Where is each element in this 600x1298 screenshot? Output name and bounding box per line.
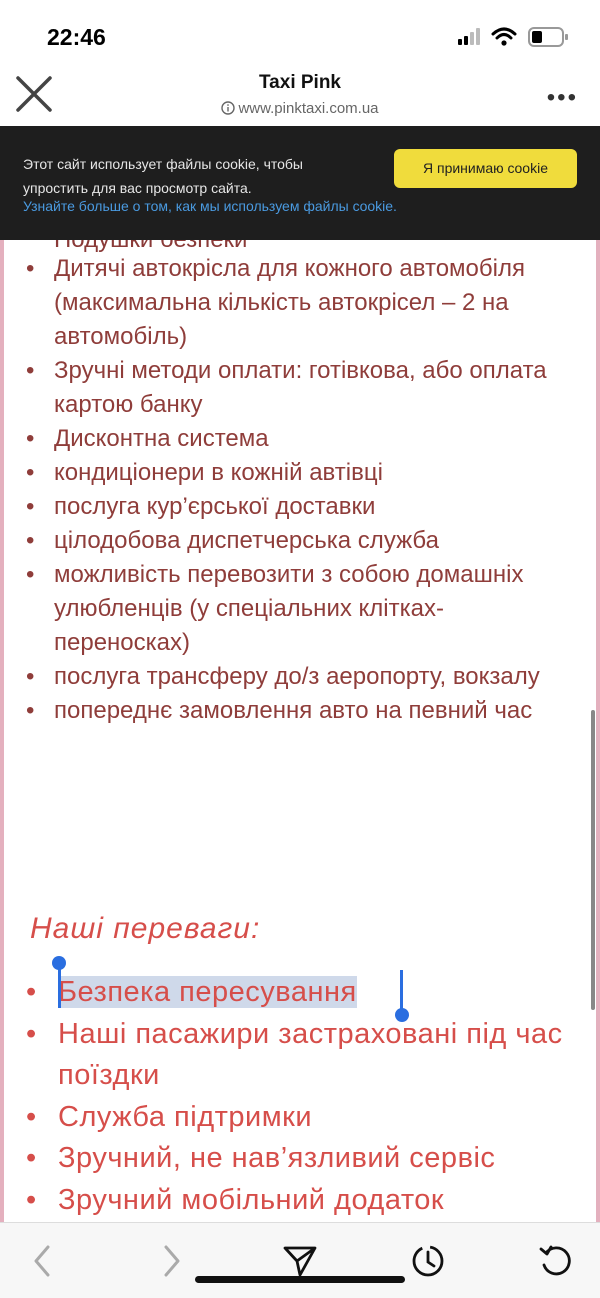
reload-icon[interactable]: [538, 1243, 574, 1284]
history-icon[interactable]: [410, 1243, 446, 1284]
right-border: [596, 240, 600, 1222]
advantages-heading: Наші переваги:: [30, 912, 261, 945]
back-icon[interactable]: [28, 1243, 58, 1284]
list-item: Зручний, не нав’язливий сервіс: [26, 1138, 586, 1180]
browser-header: Taxi Pink www.pinktaxi.com.ua •••: [0, 60, 600, 126]
selection-handle-end[interactable]: [395, 1008, 409, 1022]
more-options-icon[interactable]: •••: [547, 84, 578, 112]
status-icons: [458, 26, 572, 53]
info-icon: [221, 101, 236, 115]
advantages-list: Безпека пересування Наші пасажири застра…: [26, 972, 586, 1221]
browser-toolbar: [0, 1222, 600, 1298]
cookie-text: Этот сайт использует файлы cookie, чтобы…: [23, 156, 303, 196]
url-display[interactable]: www.pinktaxi.com.ua: [0, 100, 600, 117]
list-item: Зручні методи оплати: готівкова, або опл…: [26, 354, 576, 422]
page-title: Taxi Pink: [258, 72, 341, 93]
cookie-info-link[interactable]: Узнайте больше о том, как мы используем …: [23, 198, 397, 214]
list-item: попереднє замовлення авто на певний час: [26, 694, 576, 728]
wifi-icon: [491, 27, 517, 46]
cookie-banner: Этот сайт использует файлы cookie, чтобы…: [0, 126, 600, 240]
web-content: Подушки безпеки Дитячі автокрісла для ко…: [0, 240, 600, 1222]
list-item: Служба підтримки: [26, 1097, 586, 1139]
selection-start-cursor: [58, 968, 61, 1008]
home-indicator: [195, 1276, 405, 1283]
list-item: цілодобова диспетчерська служба: [26, 524, 576, 558]
scrollbar[interactable]: [591, 710, 595, 1010]
url-text: www.pinktaxi.com.ua: [238, 100, 379, 117]
list-item: послуга трансферу до/з аеропорту, вокзал…: [26, 660, 576, 694]
list-item: Безпека пересування: [26, 972, 586, 1014]
selected-text[interactable]: Безпека пересування: [58, 976, 357, 1008]
battery-icon: [528, 27, 568, 47]
list-item: Наші пасажири застраховані під час поїзд…: [26, 1014, 586, 1097]
list-item: послуга кур’єрської доставки: [26, 490, 576, 524]
list-item: можливість перевозити з собою домашніх у…: [26, 558, 576, 660]
status-bar: 22:46: [0, 0, 600, 60]
selection-end-cursor: [400, 970, 403, 1010]
left-border: [0, 240, 4, 1222]
status-time: 22:46: [47, 24, 106, 50]
list-item: кондиціонери в кожній автівці: [26, 456, 576, 490]
list-item: Дисконтна система: [26, 422, 576, 456]
forward-icon[interactable]: [156, 1243, 186, 1284]
accept-cookie-button[interactable]: Я принимаю cookie: [394, 149, 577, 188]
selection-handle-start[interactable]: [52, 956, 66, 970]
signal-icon: [458, 28, 480, 45]
list-item: Зручний мобільний додаток: [26, 1180, 586, 1222]
list-item: Дитячі автокрісла для кожного автомобіля…: [26, 252, 576, 354]
features-list: Дитячі автокрісла для кожного автомобіля…: [26, 252, 576, 728]
